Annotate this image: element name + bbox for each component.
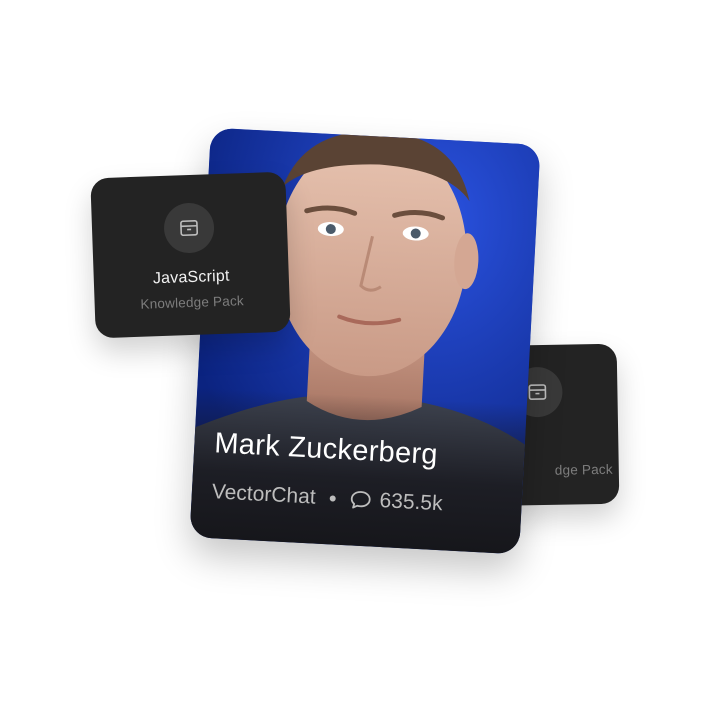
- archive-box-icon: [163, 202, 215, 254]
- pack-subtitle: dge Pack: [554, 461, 613, 478]
- separator-dot: [329, 495, 336, 502]
- caption-overlay: [189, 387, 527, 555]
- pack-subtitle: Knowledge Pack: [140, 293, 245, 312]
- chat-bubble-icon: [349, 488, 372, 511]
- knowledge-pack-card-javascript[interactable]: JavaScript Knowledge Pack: [90, 171, 291, 339]
- chat-count: 635.5k: [378, 488, 444, 516]
- pack-title: JavaScript: [152, 267, 230, 288]
